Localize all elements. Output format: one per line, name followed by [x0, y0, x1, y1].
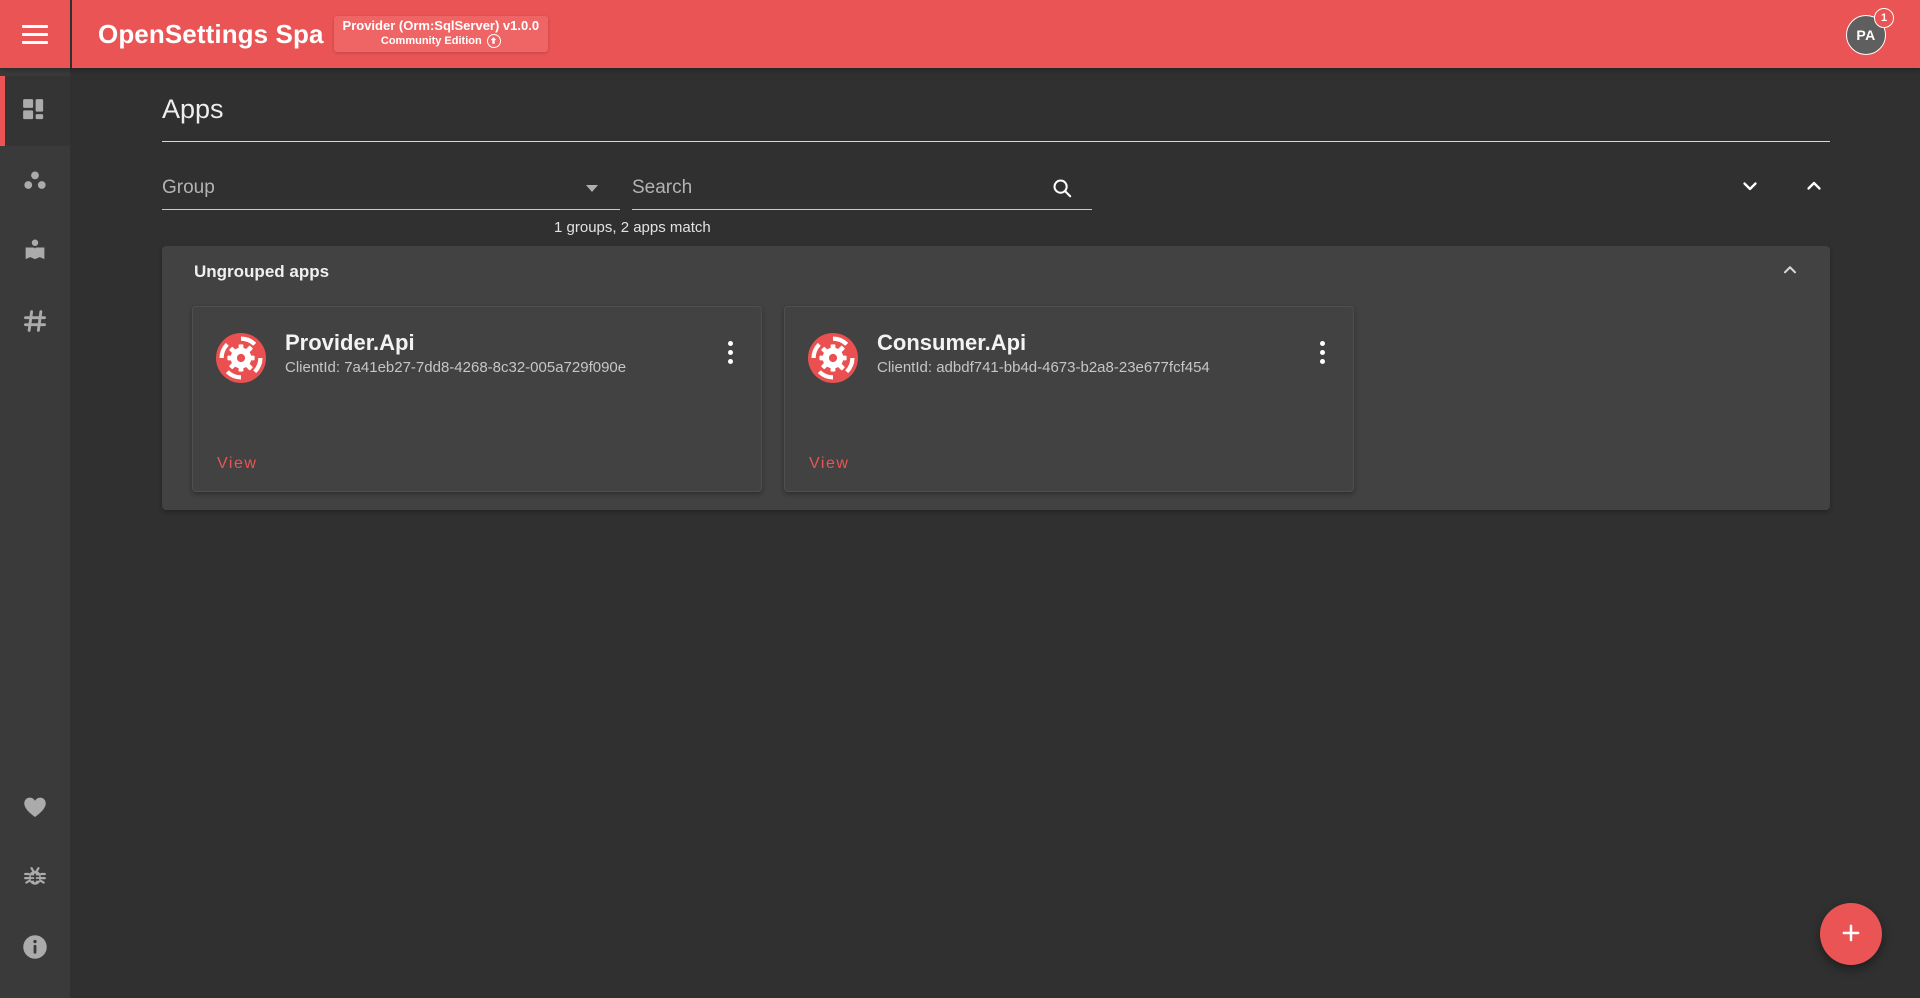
app-card-title: Consumer.Api: [877, 330, 1027, 355]
search-input-placeholder: Search: [632, 176, 693, 198]
main-content: Apps Group Search 1 groups, 2 apps match…: [72, 68, 1920, 998]
sidebar-item-groups[interactable]: [0, 146, 70, 216]
sidebar-item-favorites[interactable]: [0, 772, 70, 842]
page-title: Apps: [162, 94, 224, 124]
arrow-up-circle-icon[interactable]: [486, 33, 501, 48]
version-chip[interactable]: Provider (Orm:SqlServer) v1.0.0 Communit…: [333, 16, 549, 52]
version-chip-line2: Community Edition: [380, 34, 482, 47]
menu-toggle-button[interactable]: [0, 0, 72, 68]
body-row: Apps Group Search 1 groups, 2 apps match…: [0, 68, 1920, 998]
group-panel-header[interactable]: Ungrouped apps: [162, 246, 1830, 298]
app-root: OpenSettings Spa Provider (Orm:SqlServer…: [0, 0, 1920, 998]
sidebar-item-tags[interactable]: [0, 286, 70, 356]
filter-bar: Group Search: [162, 166, 1830, 210]
heart-icon: [21, 793, 49, 821]
app-card[interactable]: Provider.Api ClientId: 7a41eb27-7dd8-426…: [192, 306, 762, 492]
info-circle-icon: [20, 932, 50, 962]
search-icon[interactable]: [1050, 176, 1074, 205]
view-button[interactable]: View: [807, 451, 851, 477]
group-select-label: Group: [162, 176, 215, 198]
group-panel: Ungrouped apps Provider.Api ClientId: 7a…: [162, 246, 1830, 510]
bug-icon: [21, 863, 49, 891]
match-hint: 1 groups, 2 apps match: [554, 219, 711, 236]
chevron-up-icon: [1779, 259, 1801, 286]
sidebar-item-library[interactable]: [0, 216, 70, 286]
app-card-actions: View: [215, 433, 743, 477]
chevron-down-icon: [1738, 174, 1762, 203]
app-card-texts: Provider.Api ClientId: 7a41eb27-7dd8-426…: [285, 329, 699, 378]
group-dots-icon: [20, 166, 50, 196]
app-card-header: Provider.Api ClientId: 7a41eb27-7dd8-426…: [215, 329, 743, 384]
app-card-client-id: ClientId: adbdf741-bb4d-4673-b2a8-23e677…: [877, 359, 1210, 377]
sidebar-item-about[interactable]: [0, 912, 70, 982]
app-card[interactable]: Consumer.Api ClientId: adbdf741-bb4d-467…: [784, 306, 1354, 492]
chevron-down-icon[interactable]: [586, 185, 598, 192]
kebab-menu-icon[interactable]: [1309, 335, 1335, 369]
chevron-up-icon: [1802, 174, 1826, 203]
kebab-menu-icon[interactable]: [717, 335, 743, 369]
hamburger-icon: [22, 24, 48, 44]
version-chip-line1: Provider (Orm:SqlServer) v1.0.0: [342, 18, 540, 34]
plus-icon: [1838, 920, 1864, 949]
search-input[interactable]: Search: [632, 166, 1092, 210]
open-book-icon: [20, 236, 50, 266]
filter-actions: [1734, 172, 1830, 210]
hash-icon: [20, 306, 50, 336]
expand-all-button[interactable]: [1734, 172, 1766, 204]
brand-area: OpenSettings Spa Provider (Orm:SqlServer…: [72, 16, 549, 52]
app-card-list: Provider.Api ClientId: 7a41eb27-7dd8-426…: [162, 298, 1830, 492]
sidebar-item-report-bug[interactable]: [0, 842, 70, 912]
title-divider: [162, 141, 1830, 142]
view-button[interactable]: View: [215, 451, 259, 477]
app-card-client-id: ClientId: 7a41eb27-7dd8-4268-8c32-005a72…: [285, 359, 627, 377]
sidebar-item-dashboard[interactable]: [0, 76, 70, 146]
gear-target-icon: [215, 332, 267, 384]
account-area[interactable]: PA 1: [1846, 8, 1894, 57]
group-collapse-button[interactable]: [1774, 256, 1806, 288]
avatar-notification-badge: 1: [1874, 8, 1894, 28]
app-card-title: Provider.Api: [285, 330, 415, 355]
group-panel-title: Ungrouped apps: [194, 262, 330, 281]
dashboard-grid-icon: [20, 96, 50, 126]
app-card-actions: View: [807, 433, 1335, 477]
left-sidebar: [0, 68, 72, 998]
add-app-fab[interactable]: [1820, 903, 1882, 965]
app-title: OpenSettings Spa: [98, 18, 324, 49]
group-select[interactable]: Group: [162, 166, 620, 210]
gear-target-icon: [807, 332, 859, 384]
app-card-texts: Consumer.Api ClientId: adbdf741-bb4d-467…: [877, 329, 1291, 378]
app-card-header: Consumer.Api ClientId: adbdf741-bb4d-467…: [807, 329, 1335, 384]
top-app-bar: OpenSettings Spa Provider (Orm:SqlServer…: [0, 0, 1920, 68]
collapse-all-button[interactable]: [1798, 172, 1830, 204]
